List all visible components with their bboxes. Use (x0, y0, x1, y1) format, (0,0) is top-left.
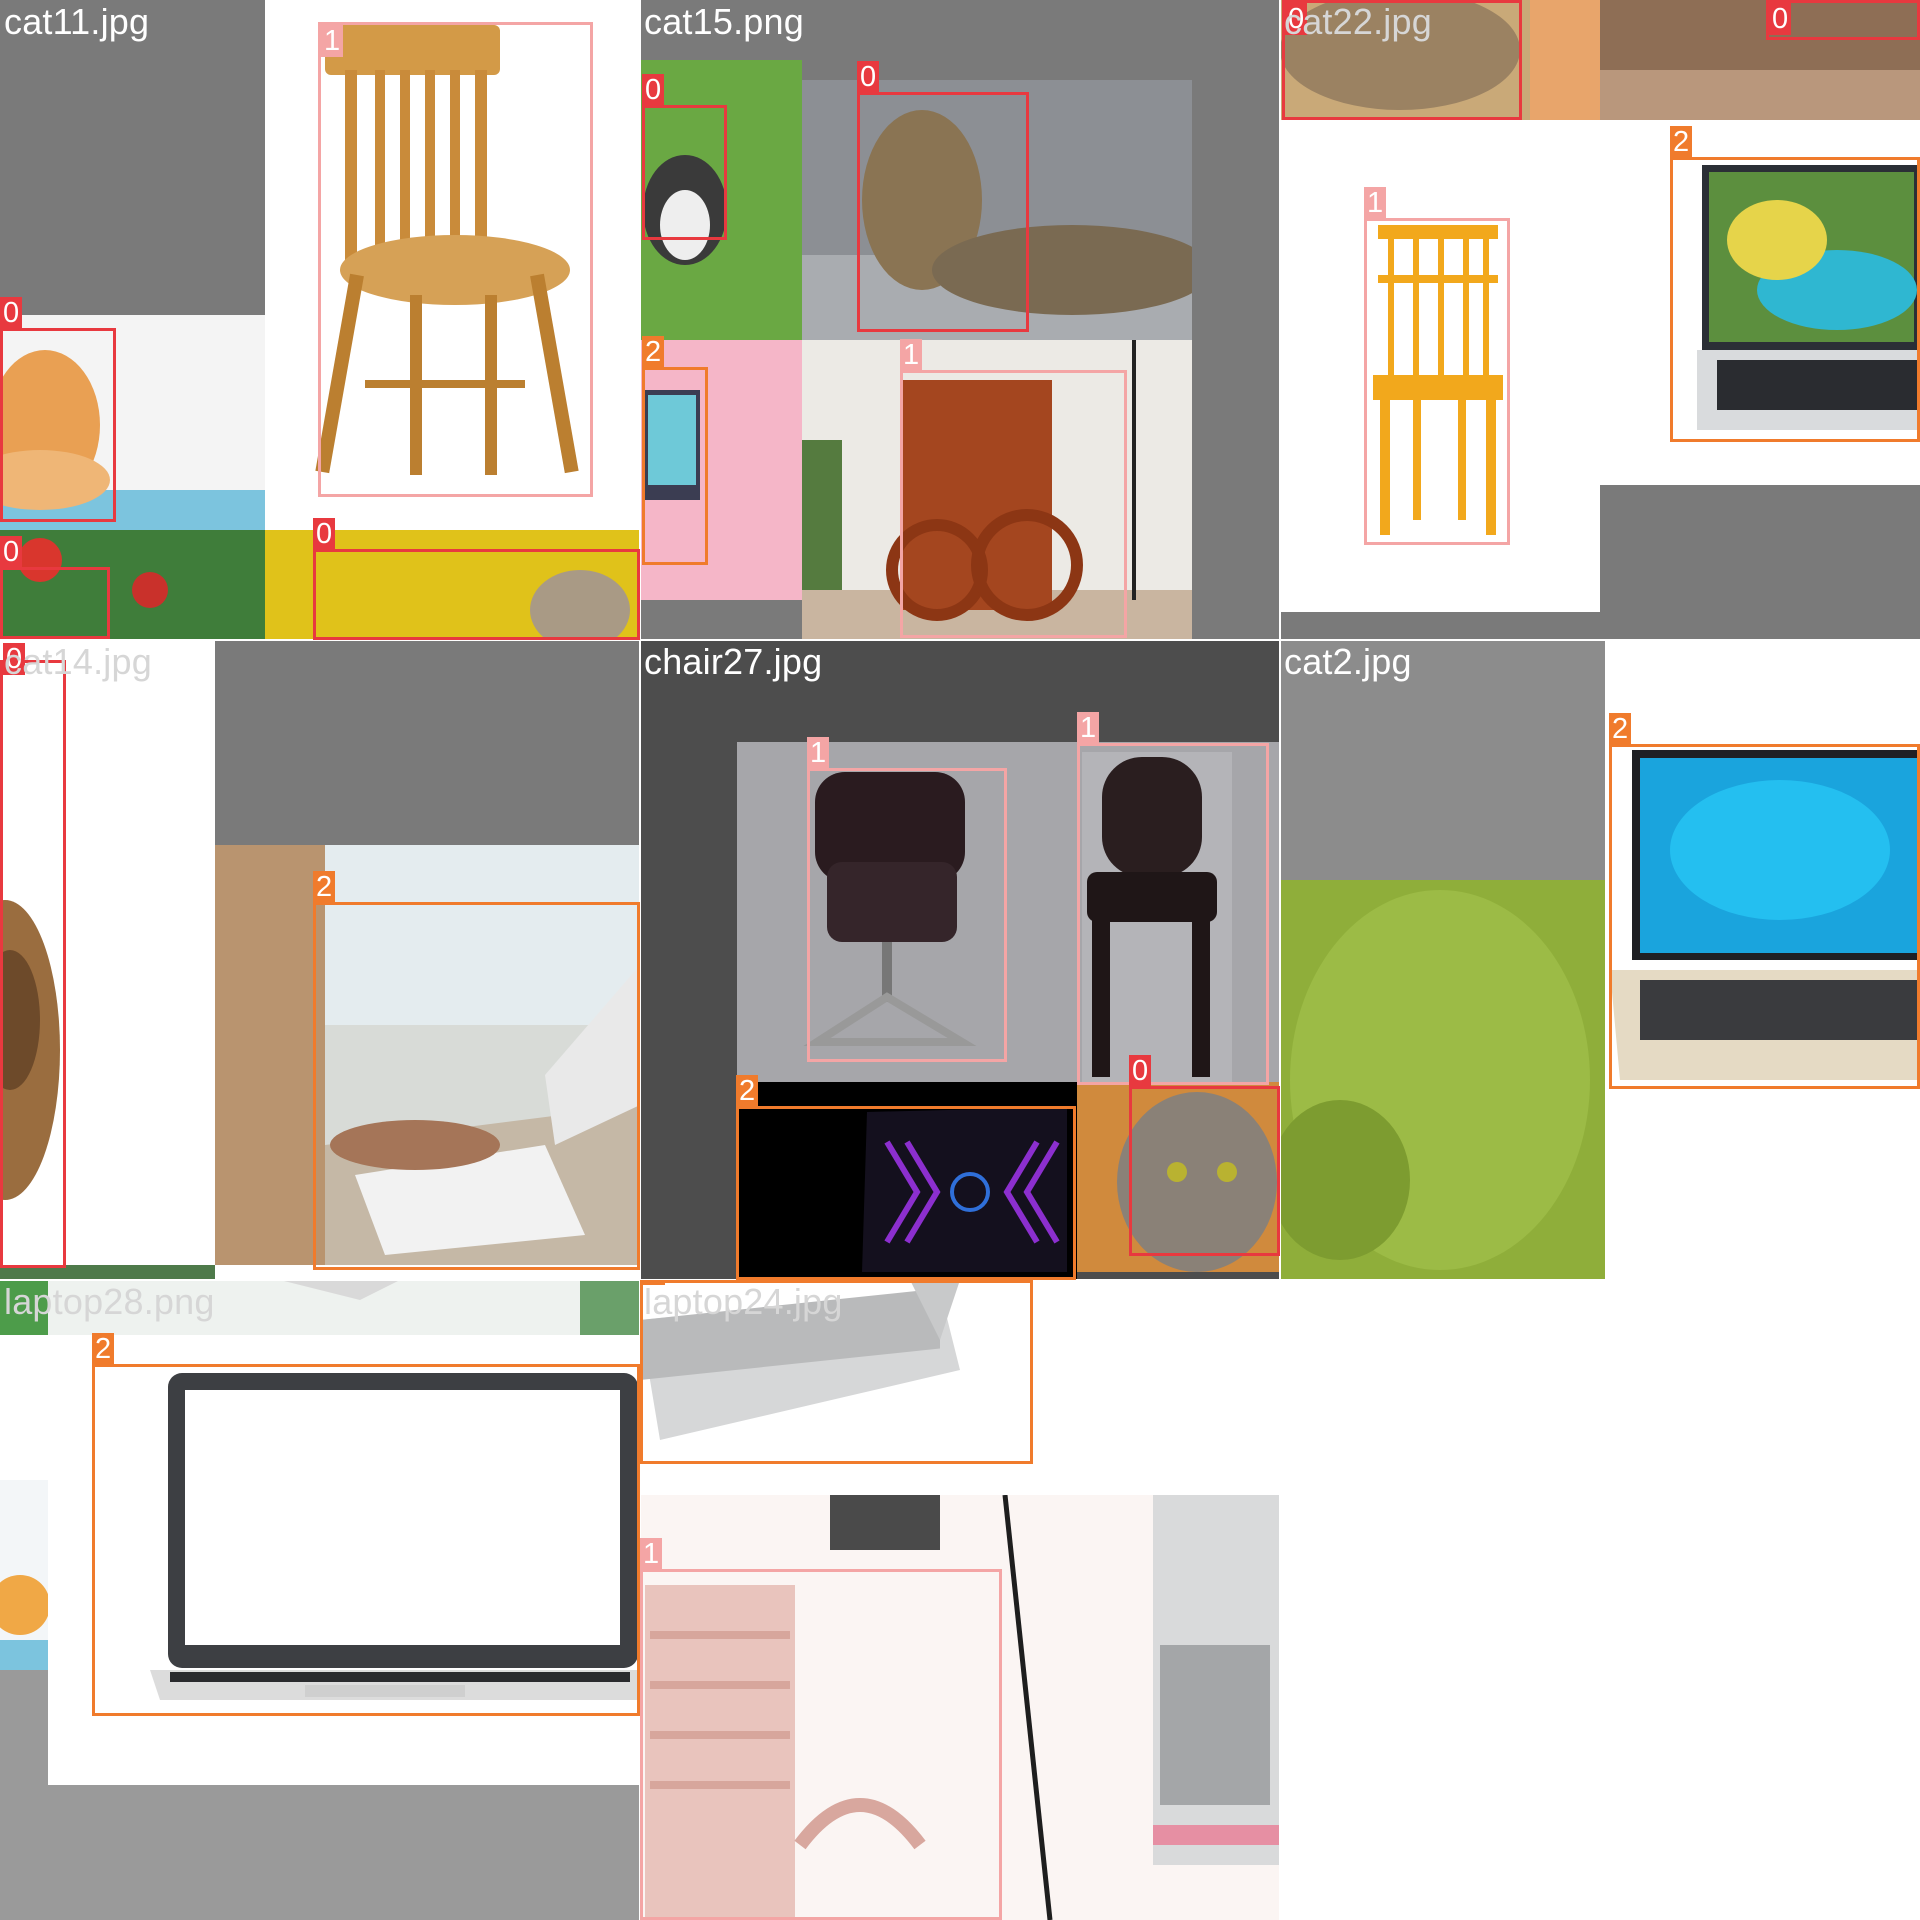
bbox-label: 1 (640, 1538, 663, 1570)
bbox-cat: 0 (857, 61, 1029, 332)
bbox-laptop: 2 (1609, 713, 1920, 1089)
bbox-cat: 0 (0, 643, 66, 1268)
bbox-label: 0 (1129, 1055, 1152, 1087)
bbox-chair: 1 (1077, 712, 1269, 1085)
bbox-cat: 0 (0, 297, 116, 522)
tile-cat2[interactable]: cat2.jpg 2 (1280, 640, 1920, 1280)
bbox-label: 2 (1670, 126, 1693, 158)
tile-caption: laptop24.jpg (644, 1281, 843, 1322)
bbox-cat: 0 (0, 536, 110, 639)
bbox-label: 1 (900, 339, 923, 371)
bbox-laptop: 2 (313, 871, 640, 1270)
letterbox-pad (1280, 612, 1600, 640)
tile-caption: cat22.jpg (1284, 1, 1432, 42)
tile-empty (1280, 1280, 1920, 1920)
tile-laptop24[interactable]: laptop24.jpg 2 1 (640, 1280, 1280, 1920)
bbox-label: 1 (1077, 712, 1100, 744)
bbox-chair: 1 (318, 22, 593, 497)
tile-cat14[interactable]: cat14.jpg 0 2 (0, 640, 640, 1280)
bbox-laptop: 2 (642, 336, 708, 565)
bbox-label: 1 (1364, 187, 1387, 219)
cat-photo (1280, 880, 1605, 1280)
tile-caption: chair27.jpg (644, 641, 823, 682)
bbox-label: 0 (0, 536, 23, 568)
bbox-label: 2 (642, 336, 665, 368)
letterbox-pad (0, 0, 265, 315)
bbox-cat: 0 (1766, 0, 1920, 40)
letterbox-pad (1600, 485, 1920, 640)
tile-cat15[interactable]: cat15.png 0 0 2 1 (640, 0, 1280, 640)
bbox-chair: 1 (640, 1538, 1002, 1920)
bbox-label: 0 (642, 74, 665, 106)
bbox-chair: 1 (1364, 187, 1510, 545)
grid-divider (1279, 0, 1281, 1920)
letterbox-pad (215, 640, 640, 845)
grid-divider (0, 639, 1920, 641)
bbox-label: 0 (313, 518, 336, 550)
bbox-cat: 0 (642, 74, 727, 240)
tile-caption: cat2.jpg (1284, 641, 1412, 682)
bbox-label: 1 (321, 25, 344, 57)
bbox-cat: 0 (313, 518, 640, 640)
bbox-chair: 1 (807, 737, 1007, 1062)
bbox-label: 2 (736, 1075, 759, 1107)
bbox-label: 2 (92, 1333, 115, 1365)
tile-cat11[interactable]: cat11.jpg 1 0 0 0 (0, 0, 640, 640)
bbox-label: 1 (807, 737, 830, 769)
bbox-laptop: 2 (92, 1333, 640, 1716)
tile-chair27[interactable]: chair27.jpg 1 1 2 0 (640, 640, 1280, 1280)
letterbox-pad (0, 1670, 48, 1920)
tile-laptop28[interactable]: laptop28.png 2 (0, 1280, 640, 1920)
tile-caption: cat11.jpg (4, 1, 150, 42)
tile-cat22[interactable]: cat22.jpg 0 0 2 1 (1280, 0, 1920, 640)
bbox-laptop: 2 (1670, 126, 1920, 442)
tile-caption: cat14.jpg (4, 641, 152, 682)
bbox-label: 0 (857, 61, 880, 93)
mosaic-grid: cat11.jpg 1 0 0 0 cat15.png 0 0 2 1 cat2… (0, 0, 1920, 1920)
bbox-cat: 0 (1129, 1055, 1280, 1256)
bbox-label: 0 (1769, 3, 1792, 35)
letterbox-pad (48, 1785, 640, 1920)
bbox-label: 0 (0, 297, 23, 329)
tile-caption: laptop28.png (4, 1281, 215, 1322)
bbox-label: 2 (313, 871, 336, 903)
bbox-label: 2 (1609, 713, 1632, 745)
bbox-chair: 1 (900, 339, 1127, 638)
tile-caption: cat15.png (644, 1, 804, 42)
bbox-laptop: 2 (736, 1075, 1076, 1280)
cat-photo (0, 1480, 48, 1670)
